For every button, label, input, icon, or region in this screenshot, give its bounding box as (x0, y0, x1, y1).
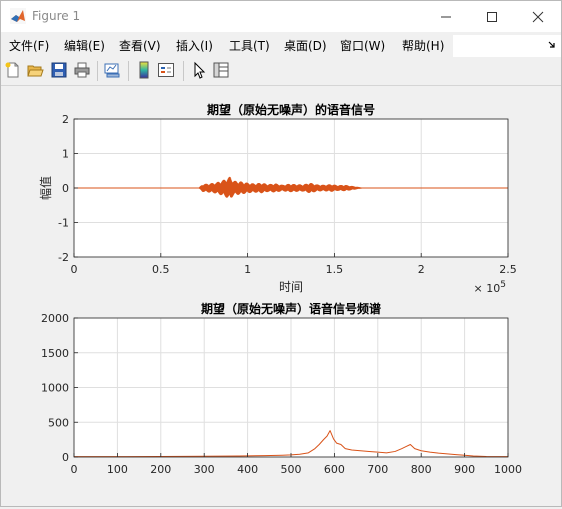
y-tick-label: 2000 (41, 312, 69, 325)
x-tick-label: 300 (194, 463, 215, 476)
x-tick-label: 1000 (494, 463, 522, 476)
menu-desktop[interactable]: 桌面(D) (284, 37, 327, 54)
x-tick-label: 700 (367, 463, 388, 476)
y-tick-label: 0 (62, 451, 69, 464)
x-tick-label: 900 (454, 463, 475, 476)
link-plot-icon[interactable] (103, 61, 121, 79)
property-inspector-icon[interactable] (212, 61, 230, 79)
axes-speech-signal[interactable]: 0 0.5 1 1.5 2 2.5 -2 -1 0 1 2 期望（原始无噪声）的语音信号时间 幅值 × 1… (38, 102, 517, 295)
window-title: Figure 1 (32, 9, 81, 23)
menu-insert[interactable]: 插入(I) (176, 37, 213, 54)
y-tick-label: -2 (58, 251, 69, 264)
x-tick-label: 200 (150, 463, 171, 476)
y-tick-label: 1 (62, 148, 69, 161)
figure-canvas: 0 0.5 1 1.5 2 2.5 -2 -1 0 1 2 期望（原始无噪声）的语音信号 时间 幅值 × 1… (2, 86, 560, 505)
maximize-button[interactable] (469, 1, 515, 32)
y-tick-label: 1500 (41, 347, 69, 360)
x-tick-label: 600 (324, 463, 345, 476)
axes-speech-spectrum[interactable]: 0 100 200 300 400 500 600 700 800 900 1000 0 500 1000… (41, 301, 522, 476)
insert-colorbar-icon[interactable] (135, 61, 153, 79)
close-button[interactable] (515, 1, 561, 32)
y-tick-label: -1 (58, 217, 69, 230)
x-tick-label: 100 (107, 463, 128, 476)
figure-plots: 0 0.5 1 1.5 2 2.5 -2 -1 0 1 2 期望（原始无噪声）的语音信号时间 幅值 × 1… (38, 102, 522, 476)
chart-title: 期望（原始无噪声）语音信号频谱 (201, 301, 381, 316)
x-tick-label: 1 (244, 263, 251, 276)
title-bar: Figure 1 (1, 1, 561, 32)
x-exponent-label: × 105 (474, 280, 506, 295)
menu-edit[interactable]: 编辑(E) (64, 37, 105, 54)
x-tick-label: 1.5 (326, 263, 344, 276)
new-figure-icon[interactable] (4, 61, 22, 79)
menu-bar: 文件(F) 编辑(E) 查看(V) 插入(I) 工具(T) 桌面(D) 窗口(W… (1, 33, 561, 57)
figure-window: Figure 1 文件(F) 编辑(E) 查看(V) 插入(I) 工具(T) 桌… (0, 0, 562, 507)
toolbar-separator (97, 61, 98, 81)
figure-toolbar (1, 57, 561, 86)
menu-bar-spacer (453, 35, 561, 57)
y-tick-label: 0 (62, 182, 69, 195)
open-file-icon[interactable] (26, 61, 44, 79)
maximize-icon (487, 11, 497, 22)
y-axis-label: 幅值 (38, 176, 53, 200)
menu-view[interactable]: 查看(V) (119, 37, 161, 54)
close-icon (532, 11, 544, 22)
x-tick-label: 0 (71, 263, 78, 276)
menu-file[interactable]: 文件(F) (9, 37, 49, 54)
menu-help[interactable]: 帮助(H) (402, 37, 444, 54)
x-axis-label: 时间 (279, 280, 303, 294)
chart-title: 期望（原始无噪声）的语音信号 (207, 102, 375, 117)
x-tick-label: 0 (71, 463, 78, 476)
toolbar-separator (128, 61, 129, 81)
minimize-icon (441, 16, 451, 17)
y-tick-label: 2 (62, 113, 69, 126)
menu-tools[interactable]: 工具(T) (229, 37, 270, 54)
x-tick-label: 2.5 (499, 263, 517, 276)
save-icon[interactable] (50, 61, 68, 79)
dock-arrow-icon[interactable] (547, 40, 557, 50)
y-tick-label: 500 (48, 416, 69, 429)
x-tick-label: 400 (237, 463, 258, 476)
insert-legend-icon[interactable] (157, 61, 175, 79)
menu-window[interactable]: 窗口(W) (340, 37, 385, 54)
pointer-icon[interactable] (190, 61, 208, 79)
toolbar-separator (183, 61, 184, 81)
x-tick-label: 2 (418, 263, 425, 276)
y-tick-label: 1000 (41, 382, 69, 395)
x-tick-label: 800 (411, 463, 432, 476)
x-tick-label: 500 (281, 463, 302, 476)
minimize-button[interactable] (423, 1, 469, 32)
matlab-logo-icon (10, 8, 26, 24)
x-tick-label: 0.5 (152, 263, 170, 276)
print-icon[interactable] (73, 61, 91, 79)
